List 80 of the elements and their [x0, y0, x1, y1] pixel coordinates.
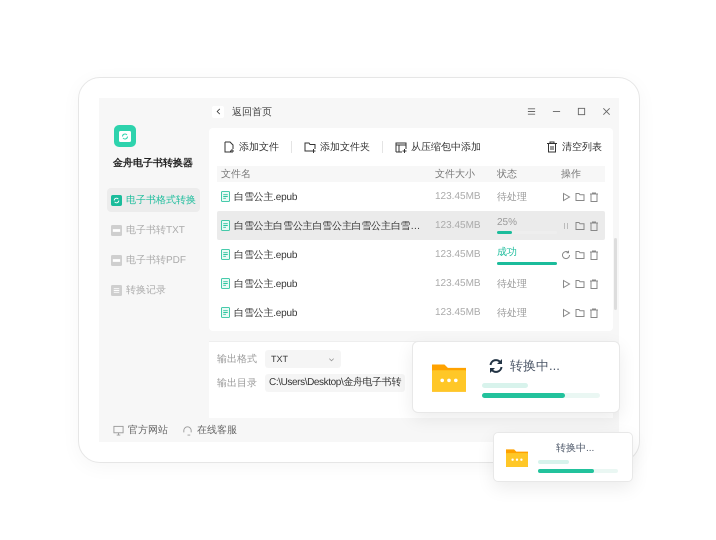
back-label: 返回首页	[232, 106, 272, 118]
file-size: 123.45MB	[435, 307, 482, 318]
toolbar-button[interactable]: 添加文件	[223, 140, 279, 154]
file-row[interactable]: 白雪公主.epub 123.45MB 成功	[217, 240, 605, 269]
menu-icon[interactable]	[527, 107, 536, 116]
file-row[interactable]: 白雪公主.epub 123.45MB 待处理	[217, 182, 605, 211]
column-header: 文件名	[220, 168, 252, 181]
toolbar-button[interactable]: 添加文件夹	[304, 140, 370, 154]
document-icon	[221, 249, 230, 260]
document-icon	[221, 278, 230, 289]
placeholder-line	[538, 460, 569, 464]
app-logo-icon	[114, 125, 136, 147]
folder-icon[interactable]	[575, 308, 585, 318]
file-type-icon	[111, 224, 122, 236]
folder-icon[interactable]	[575, 192, 585, 202]
converting-label: 转换中...	[556, 442, 594, 455]
archive-icon	[395, 141, 407, 153]
trash-icon	[546, 141, 558, 153]
folder-icon[interactable]	[575, 220, 585, 230]
delete-icon[interactable]	[589, 308, 599, 318]
delete-icon[interactable]	[589, 278, 599, 288]
file-size: 123.45MB	[435, 249, 482, 260]
status-text: 待处理	[497, 278, 527, 290]
file-name: 白雪公主.epub	[234, 306, 298, 320]
document-icon	[221, 191, 230, 202]
footer-link[interactable]: 官方网站	[113, 423, 168, 437]
column-header: 文件大小	[435, 168, 476, 181]
sync-icon	[488, 358, 504, 374]
file-row[interactable]: 白雪公主.epub 123.45MB 待处理	[217, 298, 605, 327]
file-name: 白雪公主白雪公主白雪公主白雪公主白雪…	[234, 220, 420, 232]
directory-field[interactable]: C:\Users\Desktop\金舟电子书转	[265, 374, 405, 392]
close-icon[interactable]	[602, 107, 611, 116]
convert-icon	[111, 194, 122, 206]
file-name: 白雪公主.epub	[234, 248, 298, 262]
file-size: 123.45MB	[435, 278, 482, 289]
maximize-icon[interactable]	[577, 107, 586, 116]
status-text: 待处理	[497, 306, 527, 320]
chevron-left-icon	[214, 108, 222, 115]
play-icon[interactable]	[561, 278, 571, 288]
folder-icon	[432, 362, 466, 392]
document-icon	[221, 220, 230, 231]
back-button[interactable]	[212, 106, 224, 118]
output-format-label: 输出格式	[217, 352, 257, 366]
file-name: 白雪公主.epub	[234, 278, 298, 290]
add-file-icon	[223, 141, 235, 153]
toolbar-button[interactable]: 从压缩包中添加	[395, 140, 481, 154]
file-size: 123.45MB	[435, 220, 482, 231]
file-row[interactable]: 白雪公主白雪公主白雪公主白雪公主白雪… 123.45MB 25%	[217, 211, 605, 240]
document-icon	[221, 307, 230, 318]
folder-icon[interactable]	[575, 278, 585, 288]
footer-link[interactable]: 在线客服	[182, 423, 237, 437]
file-name: 白雪公主.epub	[234, 190, 298, 204]
converting-label: 转换中...	[510, 356, 560, 374]
placeholder-line	[482, 382, 528, 388]
monitor-icon	[113, 424, 124, 436]
play-icon[interactable]	[561, 192, 571, 202]
column-header: 操作	[561, 168, 582, 181]
status-text: 成功	[497, 246, 517, 258]
file-type-icon	[111, 254, 122, 266]
folder-icon	[506, 446, 528, 468]
status-text: 待处理	[497, 190, 527, 204]
play-icon[interactable]	[561, 308, 571, 318]
document-icon	[111, 284, 122, 296]
headset-icon	[182, 424, 193, 436]
delete-icon[interactable]	[589, 250, 599, 260]
add-folder-icon	[304, 141, 316, 153]
format-dropdown[interactable]: TXT	[265, 350, 341, 368]
retry-icon[interactable]	[561, 250, 571, 260]
app-name: 金舟电子书转换器	[113, 156, 194, 170]
delete-icon[interactable]	[589, 220, 599, 230]
clear-list-button[interactable]: 清空列表	[546, 140, 602, 154]
file-row[interactable]: 白雪公主.epub 123.45MB 待处理	[217, 269, 605, 298]
column-header: 状态	[497, 168, 518, 181]
folder-icon[interactable]	[575, 250, 585, 260]
progress-bar	[497, 262, 557, 264]
chevron-down-icon	[328, 356, 335, 362]
file-size: 123.45MB	[435, 191, 482, 202]
status-text: 25%	[497, 217, 518, 228]
output-directory-label: 输出目录	[217, 376, 257, 390]
delete-icon[interactable]	[589, 192, 599, 202]
